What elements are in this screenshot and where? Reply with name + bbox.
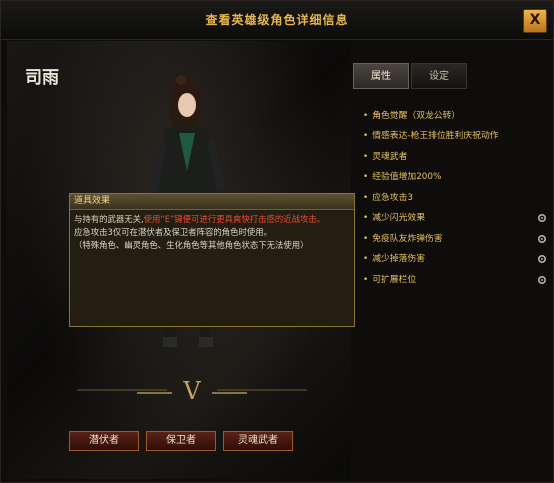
attribute-label: 灵魂武者 (372, 152, 408, 162)
list-item: • 情感表达-枪王排位胜利庆祝动作 (363, 131, 499, 141)
attribute-label: 免疫队友炸弹伤害 (372, 234, 443, 244)
gear-icon[interactable] (537, 213, 547, 223)
tooltip-line2: 应急攻击3仅可在潜伏者及保卫者阵容的角色时使用。 (74, 227, 272, 237)
list-item: • 经验值增加200% (363, 172, 442, 182)
class-button-infiltrator[interactable]: 潜伏者 (69, 431, 139, 451)
list-item: • 灵魂武者 (363, 152, 408, 162)
attribute-label: 应急攻击3 (372, 193, 413, 203)
attribute-label: 减少掉落伤害 (372, 254, 425, 264)
window-title: 查看英雄级角色详细信息 (205, 13, 349, 27)
tooltip-line1-a: 与持有的武器无关, (74, 214, 144, 224)
hero-detail-window: 查看英雄级角色详细信息 X 司雨 V 道具效果 与持有的武器无关,使用“E”键便… (0, 0, 554, 483)
tab-attributes[interactable]: 属性 (353, 63, 409, 89)
close-button[interactable]: X (523, 9, 547, 33)
gear-icon[interactable] (537, 275, 547, 285)
hero-preview-panel: 司雨 V 道具效果 与持有的武器无关,使用“E”键便可进行更具爽快打击感的近战攻… (7, 41, 355, 479)
attribute-label: 减少闪光效果 (372, 213, 425, 223)
attribute-label: 可扩展栏位 (372, 275, 417, 285)
list-item: • 免疫队友炸弹伤害 (357, 230, 551, 248)
tooltip-title: 道具效果 (70, 194, 354, 210)
attribute-label: 经验值增加200% (372, 172, 442, 182)
list-item: • 减少闪光效果 (357, 209, 551, 227)
class-button-defender[interactable]: 保卫者 (146, 431, 216, 451)
list-item: • 应急攻击3 (363, 193, 413, 203)
tooltip-line1-highlight: 使用“E”键便可进行更具爽快打击感的近战攻击。 (143, 214, 326, 224)
attribute-label: 角色觉醒（双龙公转） (372, 111, 461, 121)
attribute-list: • 角色觉醒（双龙公转） • 情感表达-枪王排位胜利庆祝动作 • 灵魂武者 • 经验值增… (357, 95, 551, 478)
tab-settings[interactable]: 设定 (411, 63, 467, 89)
title-bar: 查看英雄级角色详细信息 X (1, 1, 553, 40)
emblem-label: V (182, 377, 201, 403)
list-item: • 角色觉醒（双龙公转） (363, 111, 461, 121)
list-item: • 可扩展栏位 (357, 271, 551, 289)
class-button-soul-warrior[interactable]: 灵魂武者 (223, 431, 293, 451)
tooltip-body: 与持有的武器无关,使用“E”键便可进行更具爽快打击感的近战攻击。 应急攻击3仅可… (70, 210, 354, 255)
rank-emblem: V (77, 377, 307, 403)
tooltip-line3: （特殊角色、幽灵角色、生化角色等其他角色状态下无法使用） (74, 240, 309, 250)
gear-icon[interactable] (537, 234, 547, 244)
hero-name: 司雨 (25, 68, 59, 88)
gear-icon[interactable] (537, 254, 547, 264)
list-item: • 减少掉落伤害 (357, 250, 551, 268)
item-effect-tooltip: 道具效果 与持有的武器无关,使用“E”键便可进行更具爽快打击感的近战攻击。 应急… (69, 193, 355, 327)
attribute-label: 情感表达-枪王排位胜利庆祝动作 (372, 131, 499, 141)
